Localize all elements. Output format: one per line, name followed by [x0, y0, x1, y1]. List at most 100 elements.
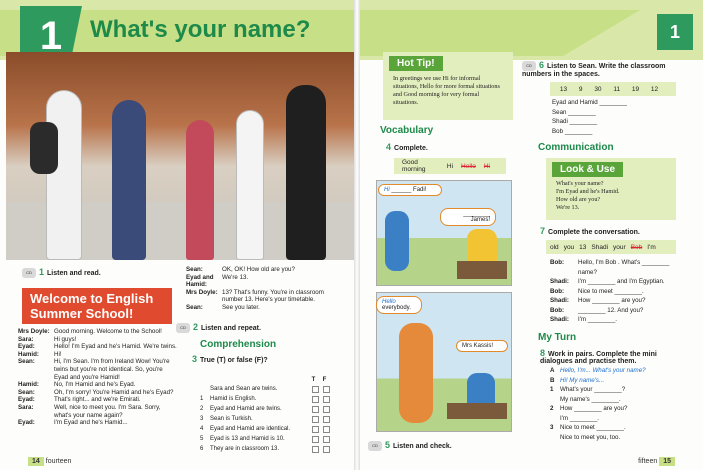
- dialog-line: Eyad: That's right... and we're Emirati.: [18, 396, 178, 404]
- bubble-text: Fadi!: [413, 187, 427, 193]
- speaker-name: Eyad and Hamid:: [186, 273, 214, 289]
- conversation-text: I'm ________ and I'm Egyptian.: [578, 278, 665, 285]
- word-bank-item-used: Hello: [461, 162, 476, 170]
- false-checkbox[interactable]: [323, 385, 330, 393]
- bubble-text: Mrs Kassis!: [462, 343, 494, 349]
- mini-dialogue-label: A: [550, 367, 555, 374]
- mini-dialogue-text: What's your ________?: [560, 386, 626, 393]
- exercise-number: 6: [539, 60, 545, 70]
- look-and-use-text: What's your name? I'm Eyad and he's Hami…: [546, 177, 676, 215]
- mini-dialogue-text: Hello, I'm... What's your name?: [560, 367, 646, 374]
- exercise-number: 5: [385, 440, 391, 450]
- dialog-line: Mrs Doyle: Good morning. Welcome to the S…: [18, 328, 178, 336]
- mini-dialogue-line: 1 What's your ________?: [550, 385, 680, 395]
- true-checkbox[interactable]: [312, 445, 319, 453]
- bubble-answer: Hi: [384, 187, 390, 193]
- mini-dialogue-line: 3 Nice to meet ________.: [550, 423, 680, 433]
- tf-item-number: 6: [200, 446, 204, 452]
- false-checkbox[interactable]: [323, 435, 330, 443]
- cd-icon: CD: [22, 268, 36, 279]
- dialog-text: That's right... and we're Emirati.: [54, 396, 141, 404]
- mini-dialogue-text: I'm ________.: [560, 414, 600, 422]
- name-line: Sean ________: [552, 108, 596, 116]
- photo-person: [112, 100, 146, 260]
- true-checkbox[interactable]: [312, 405, 319, 413]
- speaker-name: Eyad:: [18, 419, 35, 427]
- speaker-name: Shadi:: [550, 297, 569, 304]
- true-checkbox[interactable]: [312, 415, 319, 423]
- word-bank-item: I'm: [647, 243, 656, 251]
- conversation-line: Shadi: I'm ________ and I'm Egyptian.: [550, 277, 680, 287]
- tf-row: 1 Hamid is English.: [200, 394, 330, 404]
- dialog-text: See you later.: [222, 303, 260, 311]
- false-column-header: F: [322, 377, 327, 383]
- tf-row: Sara and Sean are twins.: [200, 384, 330, 394]
- dialog-line: Hamid: No, I'm Hamid and he's Eyad.: [18, 381, 178, 389]
- speaker-name: Hamid:: [18, 381, 39, 389]
- number-bank-item: 12: [650, 85, 659, 93]
- tf-row: 6 They are in classroom 13.: [200, 444, 330, 454]
- speaker-name: Bob:: [550, 287, 565, 295]
- exercise-2: CD 2 Listen and repeat.: [176, 322, 261, 334]
- mini-dialogue-label: B: [550, 376, 555, 384]
- mini-dialogue-text: Hi! My name's...: [560, 376, 605, 384]
- dialog-line: Sean: OK, OK! How old are you?: [186, 266, 344, 274]
- exercise-3: 3 True (T) or false (F)?: [192, 354, 268, 364]
- speaker-name: Sean:: [186, 266, 203, 273]
- true-checkbox[interactable]: [312, 395, 319, 403]
- number-bank-item: 11: [613, 85, 621, 93]
- speaker-name: Shadi:: [550, 278, 569, 285]
- dialog-text: Well, nice to meet you. I'm Sara. Sorry,…: [54, 403, 161, 419]
- mini-dialogue-line: 2 How ________ are you?: [550, 404, 680, 414]
- cartoon-desk: [457, 261, 507, 279]
- conversation-text: How ________ are you?: [578, 297, 646, 304]
- mini-dialogue-text: How ________ are you?: [560, 405, 628, 412]
- speaker-name: Eyad:: [18, 396, 35, 404]
- dialog-line: Sean: Hi, I'm Sean. I'm from Ireland Wow!…: [18, 358, 178, 381]
- dialog-part-1: Mrs Doyle: Good morning. Welcome to the S…: [18, 328, 178, 427]
- true-false-table: T F Sara and Sean are twins. 1 Hamid is En…: [200, 376, 330, 454]
- mini-dialogue-line: A Hello, I'm... What's your name?: [550, 366, 680, 376]
- cd-icon: CD: [368, 441, 382, 452]
- exercise-number: 1: [39, 267, 45, 277]
- exercise-number: 8: [540, 348, 546, 358]
- mini-dialogue-label: 2: [550, 405, 554, 412]
- tf-row: 3 Sean is Turkish.: [200, 414, 330, 424]
- cartoon-teacher: [399, 323, 433, 423]
- mini-dialogue-label: [550, 395, 560, 405]
- mini-dialogue-text: My name's ________.: [560, 395, 621, 403]
- word-bank-item: Bob: [630, 243, 643, 251]
- false-checkbox[interactable]: [323, 395, 330, 403]
- false-checkbox[interactable]: [323, 415, 330, 423]
- conversation-line: Bob: ________ 12. And you?: [550, 306, 680, 316]
- true-checkbox[interactable]: [312, 435, 319, 443]
- false-checkbox[interactable]: [323, 445, 330, 453]
- word-bank-item-used: Hi: [483, 162, 490, 170]
- speaker-name: Sean:: [18, 358, 35, 366]
- speech-bubble: Mrs Kassis!: [456, 340, 508, 352]
- true-checkbox[interactable]: [312, 425, 319, 433]
- mini-dialogue-label: [550, 433, 560, 443]
- speaker-name: Sean:: [186, 303, 203, 311]
- tf-item-number: 5: [200, 436, 204, 442]
- true-checkbox[interactable]: [312, 385, 319, 393]
- tf-item-number: 1: [200, 396, 204, 402]
- exercise-instruction: Listen and repeat.: [201, 325, 261, 332]
- exercise-instruction: Listen and read.: [47, 270, 101, 277]
- bubble-text: everybody.: [382, 305, 411, 311]
- dialog-line: Eyad and Hamid: We're 13.: [186, 274, 344, 289]
- exercise-1: CD 1 Listen and read.: [22, 267, 101, 279]
- false-checkbox[interactable]: [323, 405, 330, 413]
- photo-person: [236, 110, 264, 260]
- mini-dialogue-text: Nice to meet you, too.: [560, 433, 621, 441]
- unit-number-right: 1: [657, 14, 693, 50]
- false-checkbox[interactable]: [323, 425, 330, 433]
- exercise-4: 4 Complete.: [386, 142, 428, 152]
- number-bank-item: 19: [631, 85, 640, 93]
- true-column-header: T: [311, 377, 316, 383]
- mini-dialogue-label: [550, 414, 560, 424]
- mini-dialogues-8: A Hello, I'm... What's your name? B Hi! My …: [550, 366, 680, 442]
- conversation-line: Bob: Nice to meet ________.: [550, 287, 680, 297]
- look-and-use-box: Look & Use What's your name? I'm Eyad an…: [546, 158, 676, 220]
- exercise-instruction: Complete the conversation.: [548, 229, 640, 236]
